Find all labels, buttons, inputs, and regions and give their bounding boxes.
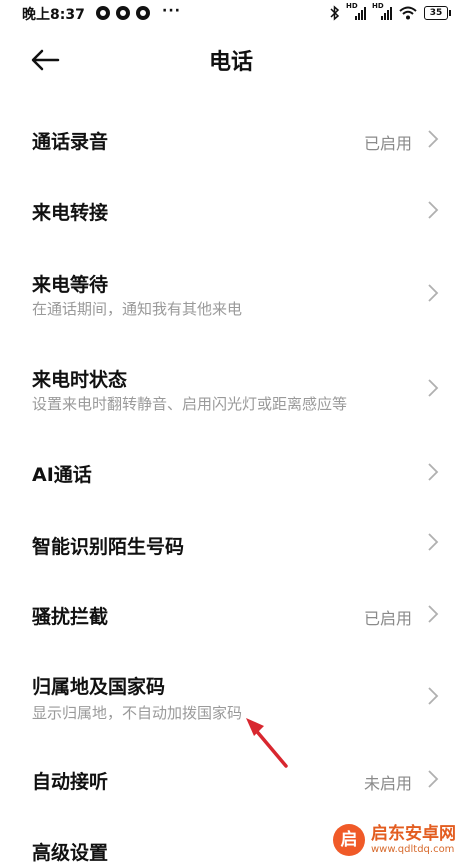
setting-title: AI通话 (32, 464, 92, 486)
watermark-logo-icon: 启 (333, 824, 365, 856)
signal-icon: HD (346, 2, 366, 21)
setting-title: 来电时状态 (32, 369, 128, 391)
setting-subtitle: 设置来电时翻转静音、启用闪光灯或距离感应等 (32, 395, 348, 413)
setting-call-waiting[interactable]: 来电等待 在通话期间，通知我有其他来电 (0, 250, 462, 340)
setting-title: 智能识别陌生号码 (32, 536, 185, 558)
notification-icon (136, 6, 150, 20)
battery-icon: 35 (424, 6, 451, 20)
setting-title: 来电转接 (32, 202, 109, 224)
chevron-right-icon (428, 201, 439, 219)
setting-status: 已启用 (363, 134, 412, 153)
notification-icon (116, 6, 130, 20)
wifi-icon (399, 6, 417, 20)
chevron-right-icon (428, 770, 439, 788)
setting-title: 高级设置 (32, 842, 109, 864)
page-title: 电话 (208, 50, 253, 75)
setting-title: 归属地及国家码 (32, 676, 166, 698)
signal-icon: HD (372, 2, 392, 21)
setting-title: 骚扰拦截 (32, 606, 109, 628)
setting-status: 未启用 (363, 774, 412, 793)
chevron-right-icon (428, 533, 439, 551)
header: 电话 (0, 28, 462, 90)
watermark: 启 启东安卓网 www.qdltdq.com (333, 824, 456, 856)
setting-identify-unknown-numbers[interactable]: 智能识别陌生号码 (0, 510, 462, 578)
setting-subtitle: 显示归属地，不自动加拨国家码 (32, 704, 243, 722)
annotation-arrow-icon (246, 718, 288, 768)
chevron-right-icon (428, 130, 439, 148)
setting-status: 已启用 (363, 609, 412, 628)
chevron-right-icon (428, 284, 439, 302)
setting-call-recording[interactable]: 通话录音 已启用 (0, 105, 462, 173)
setting-incoming-call-status[interactable]: 来电时状态 设置来电时翻转静音、启用闪光灯或距离感应等 (0, 345, 462, 435)
setting-ai-call[interactable]: AI通话 (0, 438, 462, 506)
watermark-url: www.qdltdq.com (371, 843, 455, 855)
setting-location-country-code[interactable]: 归属地及国家码 显示归属地，不自动加拨国家码 (0, 652, 462, 742)
notification-icon (96, 6, 110, 20)
chevron-right-icon (428, 463, 439, 481)
chevron-right-icon (428, 379, 439, 397)
status-bar: 晚上8:37 ··· HD HD 35 (0, 0, 462, 28)
status-time: 晚上8:37 (22, 7, 85, 23)
setting-harassment-blocking[interactable]: 骚扰拦截 已启用 (0, 580, 462, 648)
watermark-name: 启东安卓网 (371, 824, 456, 845)
setting-title: 自动接听 (32, 771, 109, 793)
setting-title: 来电等待 (32, 274, 109, 296)
setting-title: 通话录音 (32, 131, 109, 153)
chevron-right-icon (428, 605, 439, 623)
more-notifications-icon: ··· (162, 3, 181, 19)
bluetooth-icon (330, 5, 340, 21)
setting-call-forwarding[interactable]: 来电转接 (0, 175, 462, 245)
chevron-right-icon (428, 687, 439, 705)
setting-subtitle: 在通话期间，通知我有其他来电 (32, 300, 243, 318)
setting-auto-answer[interactable]: 自动接听 未启用 (0, 745, 462, 815)
